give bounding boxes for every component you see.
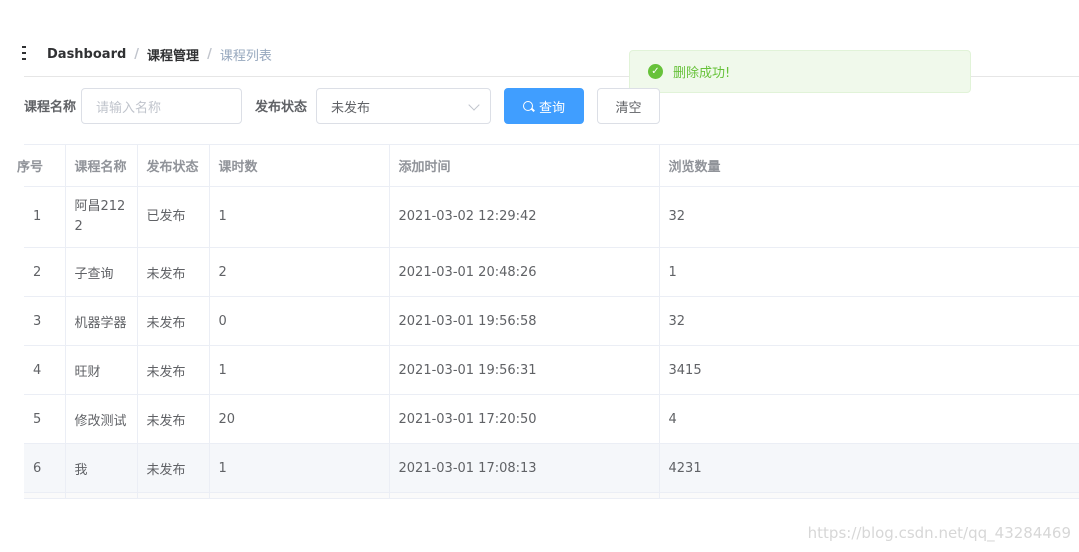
breadcrumb-separator: / (134, 46, 140, 62)
cell-name: 修改测试 (65, 394, 138, 444)
table-row[interactable]: 6 我 未发布 1 2021-03-01 17:08:13 4231 (24, 443, 1079, 493)
table-row[interactable]: 4 旺财 未发布 1 2021-03-01 19:56:31 3415 (24, 345, 1079, 395)
check-circle-icon: ✓ (648, 64, 663, 79)
page: Dashboard / 课程管理 / 课程列表 ✓ 删除成功! 课程名称 请输入… (0, 0, 1079, 552)
cell-index: 5 (24, 394, 66, 444)
toast-message: 删除成功! (673, 66, 731, 81)
cell-empty (137, 492, 210, 499)
course-table: 序号 课程名称 发布状态 课时数 添加时间 浏览数量 1 阿昌2122 已发布 … (17, 144, 1079, 499)
cell-created: 2021-03-01 19:56:31 (389, 345, 660, 395)
cell-empty (659, 492, 1079, 499)
cell-status: 未发布 (137, 247, 210, 297)
column-header-name: 课程名称 (65, 144, 138, 187)
cell-created: 2021-03-02 12:29:42 (389, 186, 660, 248)
cell-empty (209, 492, 390, 499)
column-header-status: 发布状态 (137, 144, 210, 187)
cell-lessons: 1 (209, 186, 390, 248)
cell-name: 我 (65, 443, 138, 493)
course-name-input[interactable]: 请输入名称 (81, 88, 242, 124)
cell-status: 未发布 (137, 443, 210, 493)
breadcrumb: Dashboard / 课程管理 / 课程列表 (47, 44, 272, 64)
cell-lessons: 2 (209, 247, 390, 297)
table-header-row: 序号 课程名称 发布状态 课时数 添加时间 浏览数量 (17, 144, 1079, 187)
cell-views: 32 (659, 296, 1079, 346)
cell-created: 2021-03-01 17:20:50 (389, 394, 660, 444)
cell-empty (65, 492, 138, 499)
watermark: https://blog.csdn.net/qq_43284469 (807, 524, 1071, 542)
course-name-placeholder: 请输入名称 (96, 100, 162, 116)
cell-status: 已发布 (137, 186, 210, 248)
cell-name: 旺财 (65, 345, 138, 395)
breadcrumb-separator: / (207, 46, 212, 62)
column-header-lessons: 课时数 (209, 144, 390, 187)
search-icon (522, 100, 534, 112)
cell-created: 2021-03-01 20:48:26 (389, 247, 660, 297)
table-row-partial (24, 492, 1079, 499)
cell-views: 3415 (659, 345, 1079, 395)
cell-status: 未发布 (137, 394, 210, 444)
table-row[interactable]: 2 子查询 未发布 2 2021-03-01 20:48:26 1 (24, 247, 1079, 297)
query-button[interactable]: 查询 (504, 88, 584, 124)
cell-lessons: 0 (209, 296, 390, 346)
cell-views: 1 (659, 247, 1079, 297)
cell-views: 32 (659, 186, 1079, 248)
breadcrumb-course-management: 课程管理 (147, 48, 200, 64)
column-header-views: 浏览数量 (659, 144, 1079, 187)
cell-created: 2021-03-01 19:56:58 (389, 296, 660, 346)
breadcrumb-dashboard[interactable]: Dashboard (47, 47, 126, 62)
status-select-value: 未发布 (331, 100, 371, 116)
query-button-label: 查询 (538, 100, 565, 116)
status-select[interactable]: 未发布 (316, 88, 491, 124)
breadcrumb-course-list: 课程列表 (219, 48, 272, 64)
cell-index: 3 (24, 296, 66, 346)
table-row[interactable]: 5 修改测试 未发布 20 2021-03-01 17:20:50 4 (24, 394, 1079, 444)
cell-views: 4231 (659, 443, 1079, 493)
cell-name: 子查询 (65, 247, 138, 297)
cell-lessons: 1 (209, 345, 390, 395)
column-header-created: 添加时间 (389, 144, 660, 187)
cell-empty (24, 492, 66, 499)
cell-created: 2021-03-01 17:08:13 (389, 443, 660, 493)
cell-status: 未发布 (137, 345, 210, 395)
cell-index: 1 (24, 186, 66, 248)
success-toast: ✓ 删除成功! (629, 50, 971, 93)
cell-status: 未发布 (137, 296, 210, 346)
table-row[interactable]: 3 机器学器 未发布 0 2021-03-01 19:56:58 32 (24, 296, 1079, 346)
cell-lessons: 1 (209, 443, 390, 493)
cell-empty (389, 492, 660, 499)
table-row[interactable]: 1 阿昌2122 已发布 1 2021-03-02 12:29:42 32 (24, 186, 1079, 248)
hamburger-menu-icon[interactable] (22, 46, 30, 60)
cell-name: 阿昌2122 (65, 186, 138, 248)
clear-button[interactable]: 清空 (597, 88, 660, 124)
cell-name-text: 阿昌2122 (74, 199, 126, 234)
cell-views: 4 (659, 394, 1079, 444)
cell-index: 4 (24, 345, 66, 395)
clear-button-label: 清空 (615, 100, 642, 116)
course-name-label: 课程名称 (24, 100, 77, 115)
cell-lessons: 20 (209, 394, 390, 444)
chevron-down-icon (468, 99, 480, 111)
cell-index: 2 (24, 247, 66, 297)
status-label: 发布状态 (255, 100, 308, 115)
cell-name: 机器学器 (65, 296, 138, 346)
cell-index: 6 (24, 443, 66, 493)
column-header-index: 序号 (17, 144, 66, 187)
